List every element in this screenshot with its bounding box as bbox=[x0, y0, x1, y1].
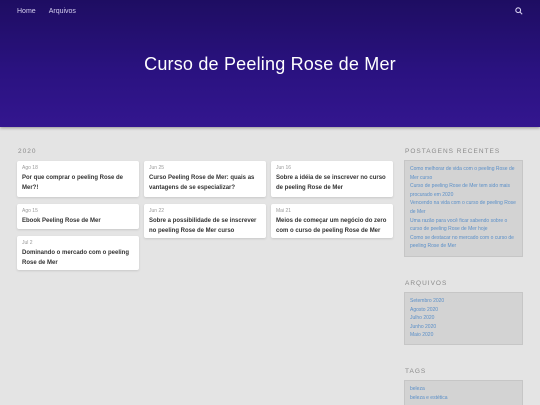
archive-link[interactable]: Julho 2020 bbox=[410, 314, 517, 323]
recent-post-link[interactable]: Vencendo na vida com o curso de peeling … bbox=[410, 199, 517, 216]
post-date: Jun 16 bbox=[276, 165, 292, 171]
archives-heading: ARQUIVOS bbox=[405, 280, 448, 287]
archives-list: Setembro 2020 Agosto 2020 Julho 2020 Jun… bbox=[404, 292, 523, 345]
main-nav: Home Arquivos bbox=[17, 8, 76, 15]
post-date: Jun 22 bbox=[149, 208, 165, 214]
nav-home-link[interactable]: Home bbox=[17, 8, 36, 15]
site-header: Home Arquivos Curso de Peeling Rose de M… bbox=[0, 0, 540, 127]
post-title[interactable]: Dominando o mercado com o peeling Rose d… bbox=[22, 249, 134, 268]
post-date: Jun 25 bbox=[149, 165, 165, 171]
post-card[interactable]: Jul 2 Dominando o mercado com o peeling … bbox=[17, 236, 139, 270]
post-card[interactable]: Jun 16 Sobre a idéia de se inscrever no … bbox=[271, 161, 393, 197]
post-date: Jul 2 bbox=[22, 240, 33, 246]
post-date: Ago 15 bbox=[22, 208, 38, 214]
recent-posts-heading: POSTAGENS RECENTES bbox=[405, 148, 501, 155]
recent-post-link[interactable]: Como se destacar no mercado com o curso … bbox=[410, 234, 517, 251]
recent-post-link[interactable]: Como melhorar de vida com o peeling Rose… bbox=[410, 165, 517, 182]
post-title[interactable]: Curso Peeling Rose de Mer: quais as vant… bbox=[149, 174, 261, 193]
post-card[interactable]: Jun 22 Sobre a possibilidade de se inscr… bbox=[144, 204, 266, 238]
recent-post-link[interactable]: Curso de peeling Rose de Mer tem sido ma… bbox=[410, 182, 517, 199]
post-card[interactable]: Mai 21 Meios de começar um negócio do ze… bbox=[271, 204, 393, 238]
archive-link[interactable]: Setembro 2020 bbox=[410, 297, 517, 306]
tag-link[interactable]: beleza e estética bbox=[410, 394, 517, 403]
archive-link[interactable]: Maio 2020 bbox=[410, 331, 517, 340]
search-icon[interactable] bbox=[515, 7, 523, 15]
recent-post-link[interactable]: Uma razão para você ficar sabendo sobre … bbox=[410, 217, 517, 234]
post-title[interactable]: Sobre a idéia de se inscrever no curso d… bbox=[276, 174, 388, 193]
archive-link[interactable]: Agosto 2020 bbox=[410, 306, 517, 315]
tags-list: beleza beleza e estética bbox=[404, 380, 523, 405]
tags-heading: TAGS bbox=[405, 368, 427, 375]
post-title[interactable]: Ebook Peeling Rose de Mer bbox=[22, 217, 134, 227]
post-card[interactable]: Jun 25 Curso Peeling Rose de Mer: quais … bbox=[144, 161, 266, 197]
post-title[interactable]: Por que comprar o peeling Rose de Mer?! bbox=[22, 174, 134, 193]
year-heading: 2020 bbox=[18, 148, 37, 155]
post-card[interactable]: Ago 15 Ebook Peeling Rose de Mer bbox=[17, 204, 139, 229]
post-title[interactable]: Meios de começar um negócio do zero com … bbox=[276, 217, 388, 236]
recent-posts-list: Como melhorar de vida com o peeling Rose… bbox=[404, 160, 523, 257]
post-card[interactable]: Ago 18 Por que comprar o peeling Rose de… bbox=[17, 161, 139, 197]
archive-link[interactable]: Junho 2020 bbox=[410, 323, 517, 332]
post-title[interactable]: Sobre a possibilidade de se inscrever no… bbox=[149, 217, 261, 236]
post-date: Mai 21 bbox=[276, 208, 292, 214]
site-title[interactable]: Curso de Peeling Rose de Mer bbox=[0, 54, 540, 75]
post-date: Ago 18 bbox=[22, 165, 38, 171]
tag-link[interactable]: beleza bbox=[410, 385, 517, 394]
nav-archives-link[interactable]: Arquivos bbox=[49, 8, 76, 15]
